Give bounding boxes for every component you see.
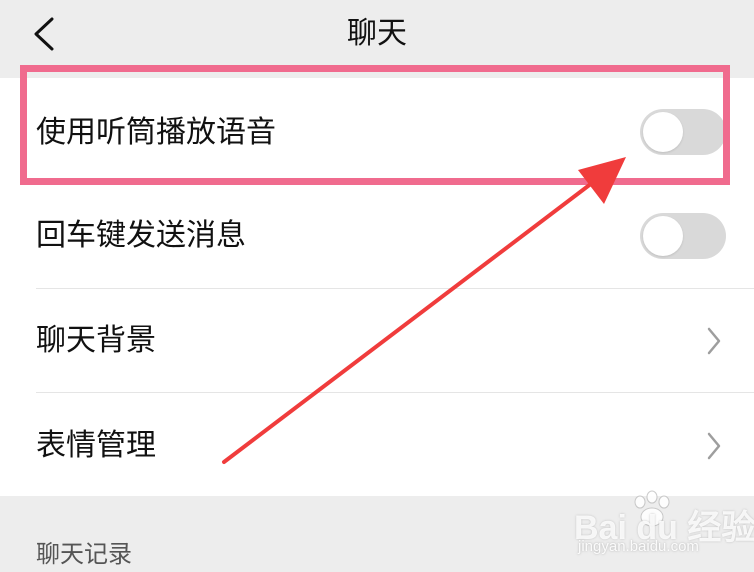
toggle-knob [643, 112, 683, 152]
earpiece-toggle[interactable] [640, 109, 726, 155]
chevron-right-icon [707, 327, 721, 355]
watermark: Bai du 经验 jingyan.baidu.com [574, 490, 754, 570]
setting-row-chat-background[interactable]: 聊天背景 [0, 289, 754, 392]
setting-row-enter-send[interactable]: 回车键发送消息 [0, 186, 754, 288]
watermark-text: Bai du 经验 [574, 509, 754, 547]
enter-send-toggle[interactable] [640, 213, 726, 259]
setting-row-sticker-management[interactable]: 表情管理 [0, 393, 754, 496]
section-header-chat-history: 聊天记录 [36, 540, 132, 568]
page-title: 聊天 [347, 16, 407, 51]
chevron-right-icon [707, 432, 721, 460]
setting-row-earpiece[interactable]: 使用听筒播放语音 [0, 78, 754, 186]
setting-label: 表情管理 [36, 428, 156, 463]
setting-label: 回车键发送消息 [36, 218, 246, 253]
nav-bar: 聊天 [0, 0, 754, 78]
settings-card: 使用听筒播放语音 回车键发送消息 聊天背景 表情管理 [0, 78, 754, 496]
watermark-url: jingyan.baidu.com [578, 538, 699, 555]
setting-label: 聊天背景 [36, 323, 156, 358]
setting-label: 使用听筒播放语音 [36, 115, 276, 150]
paw-logo-icon [634, 490, 670, 527]
toggle-knob [643, 216, 683, 256]
